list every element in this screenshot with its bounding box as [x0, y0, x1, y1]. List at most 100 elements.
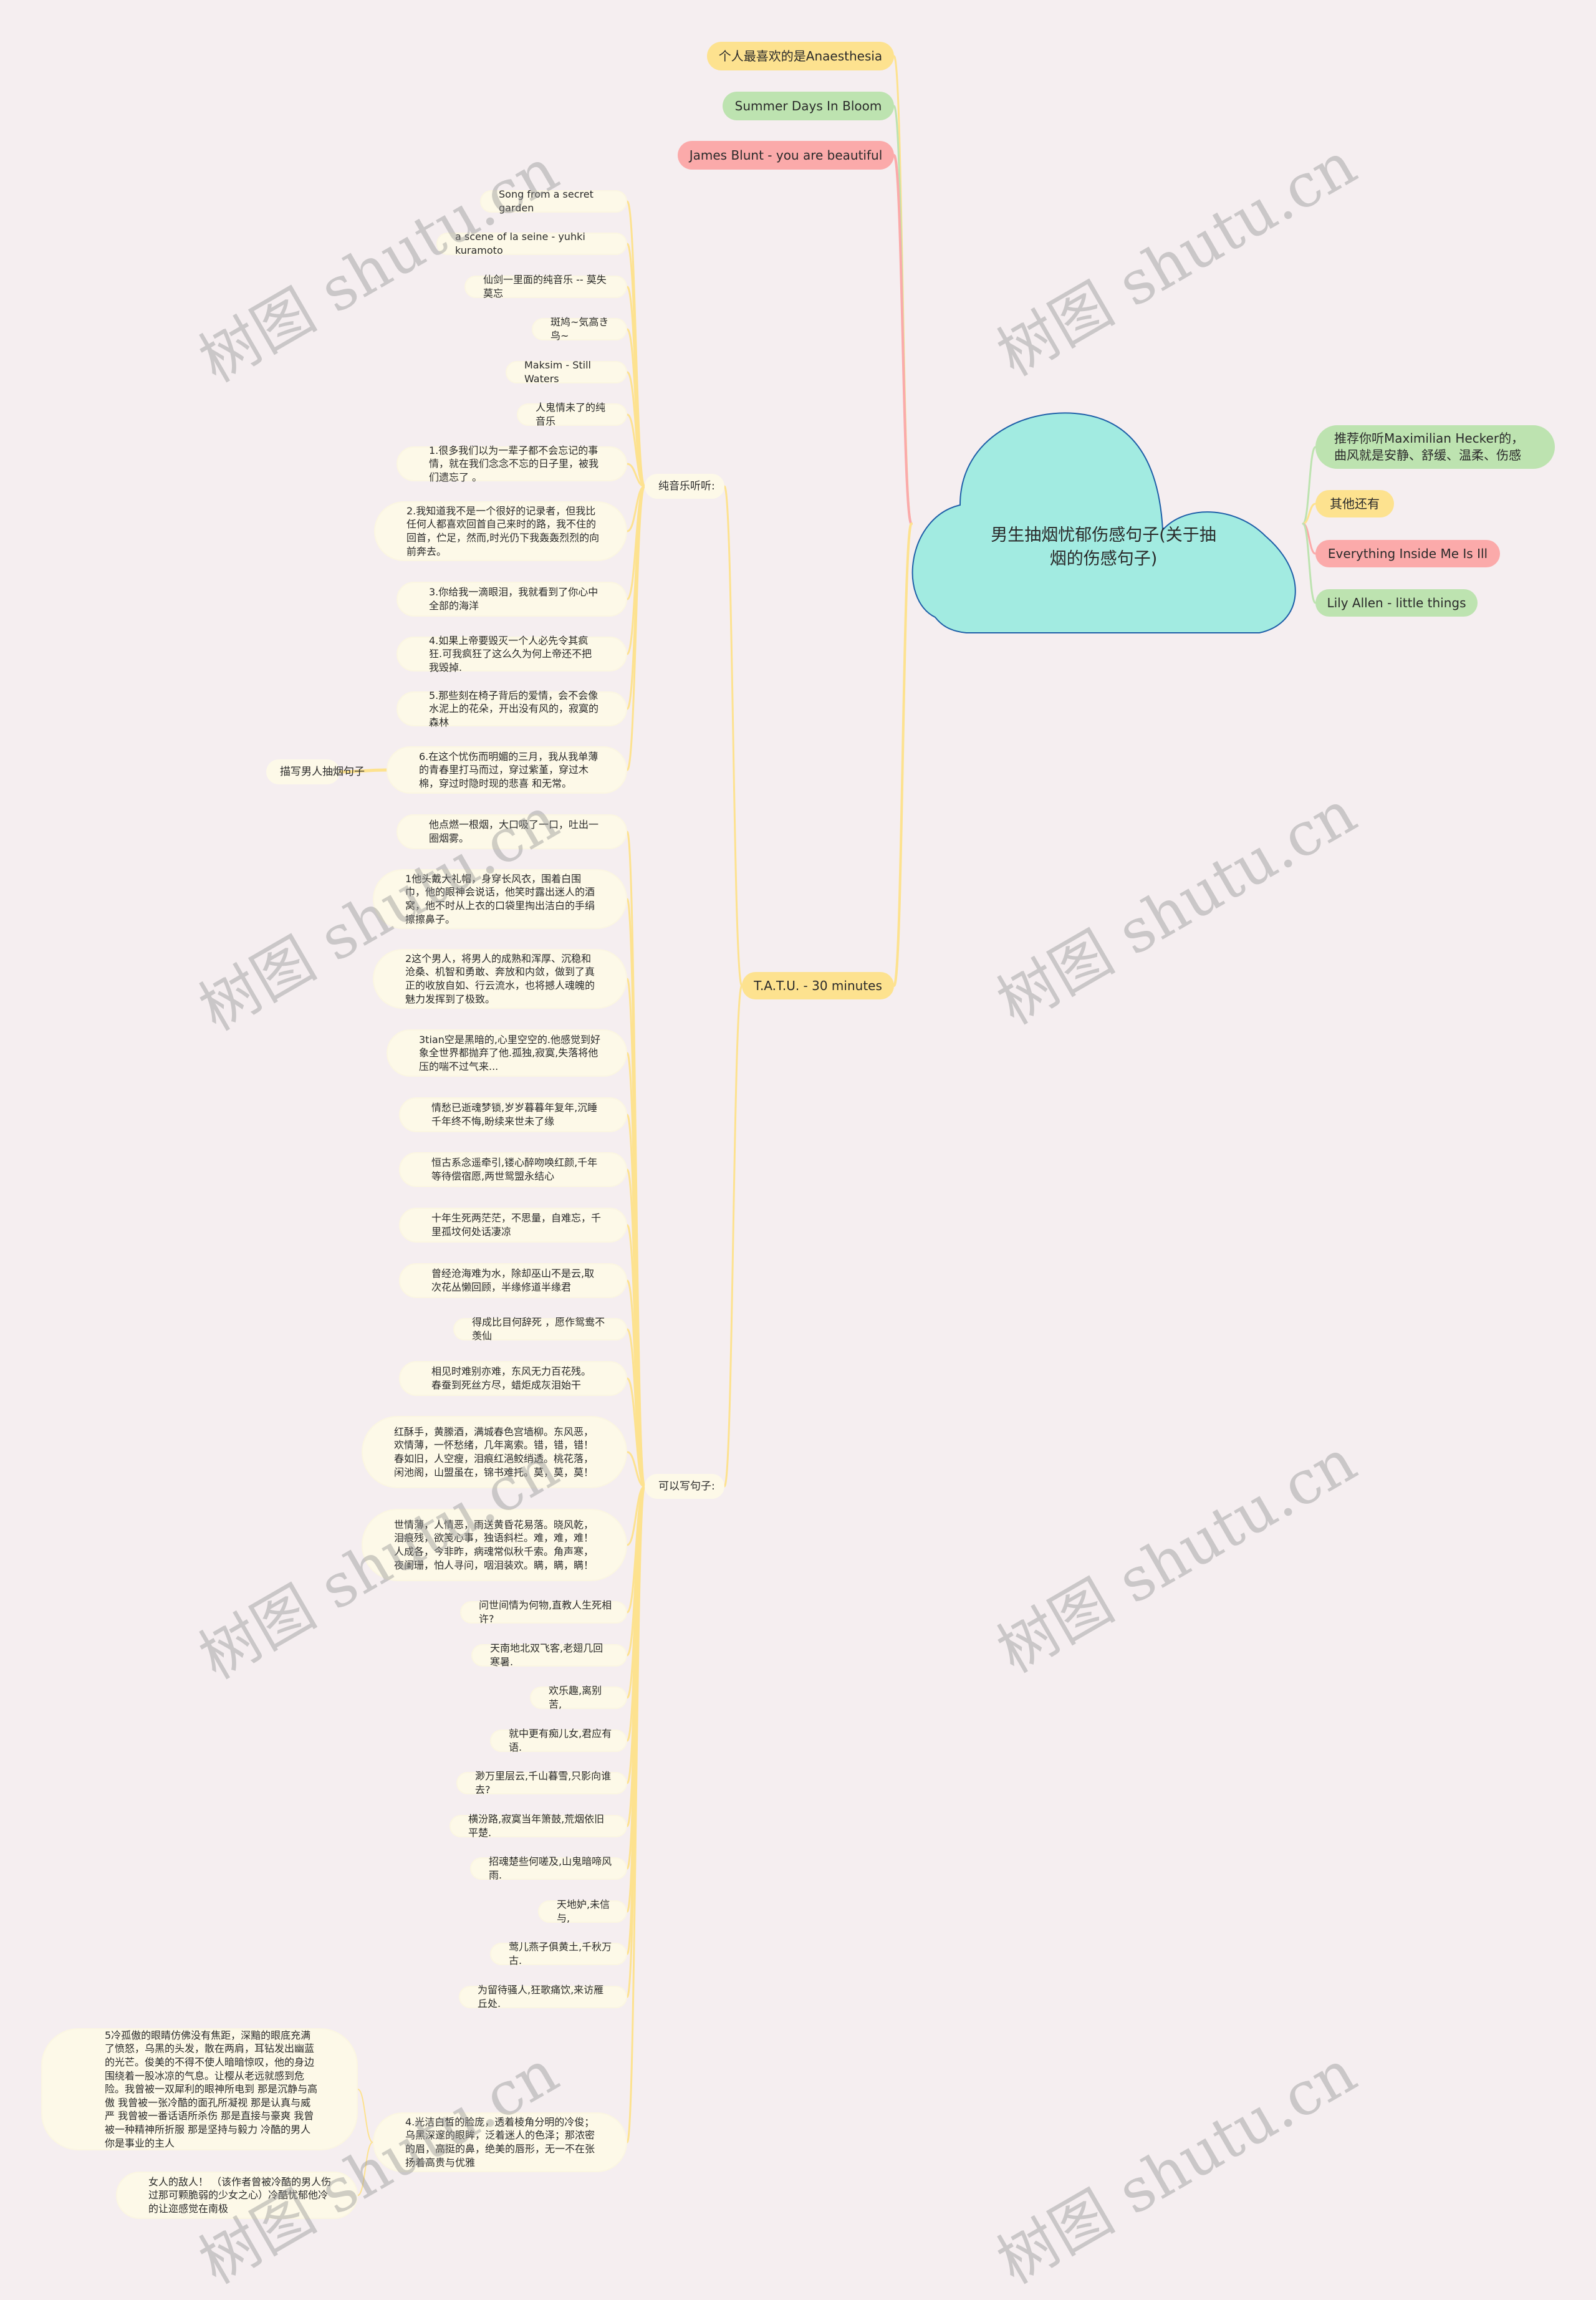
item-text: 斑鸠~気高き鸟~ [550, 316, 609, 342]
item-text: 就中更有痴儿女,君应有语. [509, 1728, 612, 1753]
item-text: 1.很多我们以为一辈子都不会忘记的事情，就在我们念念不忘的日子里，被我们遗忘了 … [429, 444, 599, 483]
branch-label: 推荐你听Maximilian Hecker的，曲风就是安静、舒缓、温柔、伤感 [1334, 431, 1524, 463]
list-item[interactable]: 红酥手，黄縢酒，满城春色宫墙柳。东风恶，欢情薄，一怀愁绪，几年离索。错，错，错！… [362, 1416, 627, 1488]
branch-tatu[interactable]: T.A.T.U. - 30 minutes [742, 972, 894, 999]
list-item[interactable]: 相见时难别亦难，东风无力百花残。 春蚕到死丝方尽，蜡炬成灰泪始干 [399, 1361, 627, 1396]
branch-maximilian-hecker[interactable]: 推荐你听Maximilian Hecker的，曲风就是安静、舒缓、温柔、伤感 [1315, 425, 1555, 469]
list-item[interactable]: 人鬼情未了的纯音乐 [517, 402, 627, 427]
list-item[interactable]: 2.我知道我不是一个很好的记录者，但我比任何人都喜欢回首自己来时的路，我不住的回… [374, 501, 627, 561]
list-item[interactable]: 女人的敌人！ （该作者曾被冷酷的男人伤过那可颗脆弱的少女之心）冷酷忧郁他冷的让迩… [116, 2172, 358, 2219]
branch-everything-inside[interactable]: Everything Inside Me Is Ill [1315, 540, 1500, 567]
item-text: 人鬼情未了的纯音乐 [536, 402, 606, 427]
item-text: 情愁已逝魂梦锁,岁岁暮暮年复年,沉睡千年终不悔,盼续来世未了缘 [431, 1102, 598, 1127]
connector-sub [357, 2089, 373, 2143]
item-text: 女人的敌人！ （该作者曾被冷酷的男人伤过那可颗脆弱的少女之心）冷酷忧郁他冷的让迩… [148, 2175, 332, 2215]
extra-child-smoking[interactable]: 描写男人抽烟句子 [266, 759, 365, 784]
list-item[interactable]: 招魂楚些何嗟及,山鬼暗啼风雨. [470, 1855, 627, 1881]
category-label: 描写男人抽烟句子 [280, 765, 365, 778]
list-item[interactable]: Maksim - Still Waters [506, 359, 627, 385]
category-pure-music[interactable]: 纯音乐听听: [645, 474, 724, 499]
list-item[interactable]: 3tian空是黑暗的,心里空空的.他感觉到好象全世界都抛弃了他.孤独,寂寞,失落… [387, 1029, 627, 1077]
list-item[interactable]: 欢乐趣,离别苦, [530, 1685, 627, 1710]
list-item[interactable]: 横汾路,寂寞当年箫鼓,荒烟依旧平楚. [449, 1813, 627, 1839]
connector-lines [338, 55, 1317, 2196]
item-text: 5冷孤傲的眼睛仿佛没有焦距，深黯的眼底充满了愤怒，乌黑的头发，散在两肩，耳钻发出… [105, 2029, 318, 2149]
connector-item [626, 485, 646, 710]
list-item[interactable]: 就中更有痴儿女,君应有语. [490, 1728, 627, 1753]
list-item[interactable]: 十年生死两茫茫，不思量，自难忘，千里孤坟何处话凄凉 [399, 1208, 627, 1243]
list-item[interactable]: 仙剑一里面的纯音乐 -- 莫失莫忘 [464, 274, 627, 299]
item-text: 渺万里层云,千山暮雪,只影向谁去? [475, 1770, 612, 1796]
item-text: 2这个男人，将男人的成熟和浑厚、沉稳和沧桑、机智和勇敢、奔放和内敛，做到了真正的… [405, 952, 595, 1005]
item-text: 4.光洁白皙的脸庞，透着棱角分明的冷俊；乌黑深邃的眼眸，泛着迷人的色泽；那浓密的… [405, 2115, 595, 2168]
item-text: 为留待骚人,狂歌痛饮,来访雁丘处. [478, 1984, 604, 2009]
branch-label: Everything Inside Me Is Ill [1327, 546, 1488, 561]
connector-sub [357, 2142, 373, 2196]
list-item[interactable]: 斑鸠~気高き鸟~ [532, 316, 627, 342]
item-text: 6.在这个忧伤而明媚的三月，我从我单薄的青春里打马而过，穿过紫堇，穿过木棉，穿过… [419, 750, 598, 789]
list-item[interactable]: Song from a secret garden [480, 188, 627, 214]
branch-others[interactable]: 其他还有 [1315, 490, 1394, 517]
item-text: 问世间情为何物,直教人生死相许? [479, 1599, 612, 1625]
connector-tatu [893, 522, 913, 987]
root-title: 男生抽烟忧郁伤感句子(关于抽烟的伤感句子) [991, 526, 1216, 569]
connector-category [723, 485, 743, 987]
connector-top [893, 154, 913, 525]
list-item[interactable]: 世情薄，人情恶，雨送黄昏花易落。晓风乾，泪痕残，欲笺心事，独语斜栏。难，难，难！… [362, 1509, 627, 1581]
list-item[interactable]: 4.如果上帝要毁灭一个人必先令其疯狂.可我疯狂了这么久为何上帝还不把我毁掉. [397, 635, 627, 673]
list-item[interactable]: 曾经沧海难为水，除却巫山不是云,取次花丛懒回顾，半缘修道半缘君 [399, 1263, 627, 1298]
item-text: 2.我知道我不是一个很好的记录者，但我比任何人都喜欢回首自己来时的路，我不住的回… [406, 504, 600, 557]
item-text: 仙剑一里面的纯音乐 -- 莫失莫忘 [483, 274, 607, 299]
list-item[interactable]: 天地妒,未信与, [538, 1898, 627, 1924]
branch-summer-days[interactable]: Summer Days In Bloom [723, 92, 894, 120]
branch-label: 个人最喜欢的是Anaesthesia [718, 48, 883, 64]
list-item[interactable]: 1.很多我们以为一辈子都不会忘记的事情，就在我们念念不忘的日子里，被我们遗忘了 … [397, 444, 627, 483]
list-item[interactable]: 他点燃一根烟，大口吸了一口，吐出一圈烟雾。 [397, 814, 627, 849]
item-text: 1他头戴大礼帽，身穿长风衣，围着白围巾，他的眼神会说话，他笑时露出迷人的酒窝，他… [405, 872, 595, 925]
category-label: 可以写句子: [658, 1480, 715, 1493]
branch-lily-allen[interactable]: Lily Allen - little things [1315, 589, 1478, 617]
list-item[interactable]: 3.你给我一滴眼泪，我就看到了你心中全部的海洋 [397, 582, 627, 617]
list-item[interactable]: 恒古系念遥牵引,镂心醉吻唤红颜,千年等待偿宿愿,两世鸳盟永结心 [399, 1152, 627, 1187]
branch-james-blunt[interactable]: James Blunt - you are beautiful [678, 141, 894, 170]
branch-label: 其他还有 [1330, 496, 1380, 511]
item-text: 3.你给我一滴眼泪，我就看到了你心中全部的海洋 [429, 586, 598, 612]
branch-label: Summer Days In Bloom [734, 98, 882, 113]
item-text: 横汾路,寂寞当年箫鼓,荒烟依旧平楚. [468, 1813, 605, 1839]
list-item[interactable]: a scene of la seine - yuhki kuramoto [436, 231, 627, 256]
list-item[interactable]: 4.光洁白皙的脸庞，透着棱角分明的冷俊；乌黑深邃的眼眸，泛着迷人的色泽；那浓密的… [373, 2112, 627, 2172]
item-text: 十年生死两茫茫，不思量，自难忘，千里孤坟何处话凄凉 [431, 1212, 602, 1238]
category-label: 纯音乐听听: [658, 479, 715, 493]
list-item[interactable]: 6.在这个忧伤而明媚的三月，我从我单薄的青春里打马而过，穿过紫堇，穿过木棉，穿过… [387, 746, 627, 794]
branch-label: T.A.T.U. - 30 minutes [754, 978, 882, 993]
branch-anaesthesia[interactable]: 个人最喜欢的是Anaesthesia [707, 42, 894, 70]
item-text: Song from a secret garden [499, 188, 594, 214]
list-item[interactable]: 天南地北双飞客,老翅几回寒暑. [471, 1642, 627, 1668]
item-text: 恒古系念遥牵引,镂心醉吻唤红颜,千年等待偿宿愿,两世鸳盟永结心 [431, 1157, 598, 1182]
branch-label: Lily Allen - little things [1327, 595, 1466, 610]
list-item[interactable]: 渺万里层云,千山暮雪,只影向谁去? [456, 1770, 627, 1796]
item-text: 曾经沧海难为水，除却巫山不是云,取次花丛懒回顾，半缘修道半缘君 [431, 1268, 595, 1293]
connector-category [723, 984, 743, 1488]
list-item[interactable]: 情愁已逝魂梦锁,岁岁暮暮年复年,沉睡千年终不悔,盼续来世未了缘 [399, 1097, 627, 1132]
item-text: Maksim - Still Waters [524, 359, 591, 385]
item-text: 5.那些刻在椅子背后的爱情，会不会像水泥上的花朵，开出没有风的，寂寞的森林 [429, 689, 599, 728]
list-item[interactable]: 5.那些刻在椅子背后的爱情，会不会像水泥上的花朵，开出没有风的，寂寞的森林 [397, 689, 627, 728]
item-text: 世情薄，人情恶，雨送黄昏花易落。晓风乾，泪痕残，欲笺心事，独语斜栏。难，难，难！… [394, 1518, 594, 1571]
item-text: 他点燃一根烟，大口吸了一口，吐出一圈烟雾。 [429, 819, 599, 844]
item-text: 3tian空是黑暗的,心里空空的.他感觉到好象全世界都抛弃了他.孤独,寂寞,失落… [419, 1033, 601, 1072]
list-item[interactable]: 问世间情为何物,直教人生死相许? [460, 1599, 627, 1625]
item-text: a scene of la seine - yuhki kuramoto [455, 231, 585, 256]
item-text: 天南地北双飞客,老翅几回寒暑. [490, 1642, 603, 1668]
list-item[interactable]: 5冷孤傲的眼睛仿佛没有焦距，深黯的眼底充满了愤怒，乌黑的头发，散在两肩，耳钻发出… [41, 2028, 358, 2150]
list-item[interactable]: 莺儿燕子俱黄土,千秋万古. [490, 1941, 627, 1966]
list-item[interactable]: 得成比目何辞死 ，愿作鸳鸯不羡仙 [453, 1316, 627, 1342]
category-sentences[interactable]: 可以写句子: [645, 1474, 724, 1499]
item-text: 4.如果上帝要毁灭一个人必先令其疯狂.可我疯狂了这么久为何上帝还不把我毁掉. [429, 634, 592, 673]
list-item[interactable]: 1他头戴大礼帽，身穿长风衣，围着白围巾，他的眼神会说话，他笑时露出迷人的酒窝，他… [373, 869, 627, 929]
list-item[interactable]: 为留待骚人,狂歌痛饮,来访雁丘处. [459, 1984, 627, 2009]
item-text: 得成比目何辞死 ，愿作鸳鸯不羡仙 [472, 1316, 605, 1342]
list-item[interactable]: 2这个男人，将男人的成熟和浑厚、沉稳和沧桑、机智和勇敢、奔放和内敛，做到了真正的… [373, 949, 627, 1009]
item-text: 欢乐趣,离别苦, [549, 1685, 602, 1710]
item-text: 莺儿燕子俱黄土,千秋万古. [509, 1941, 612, 1966]
